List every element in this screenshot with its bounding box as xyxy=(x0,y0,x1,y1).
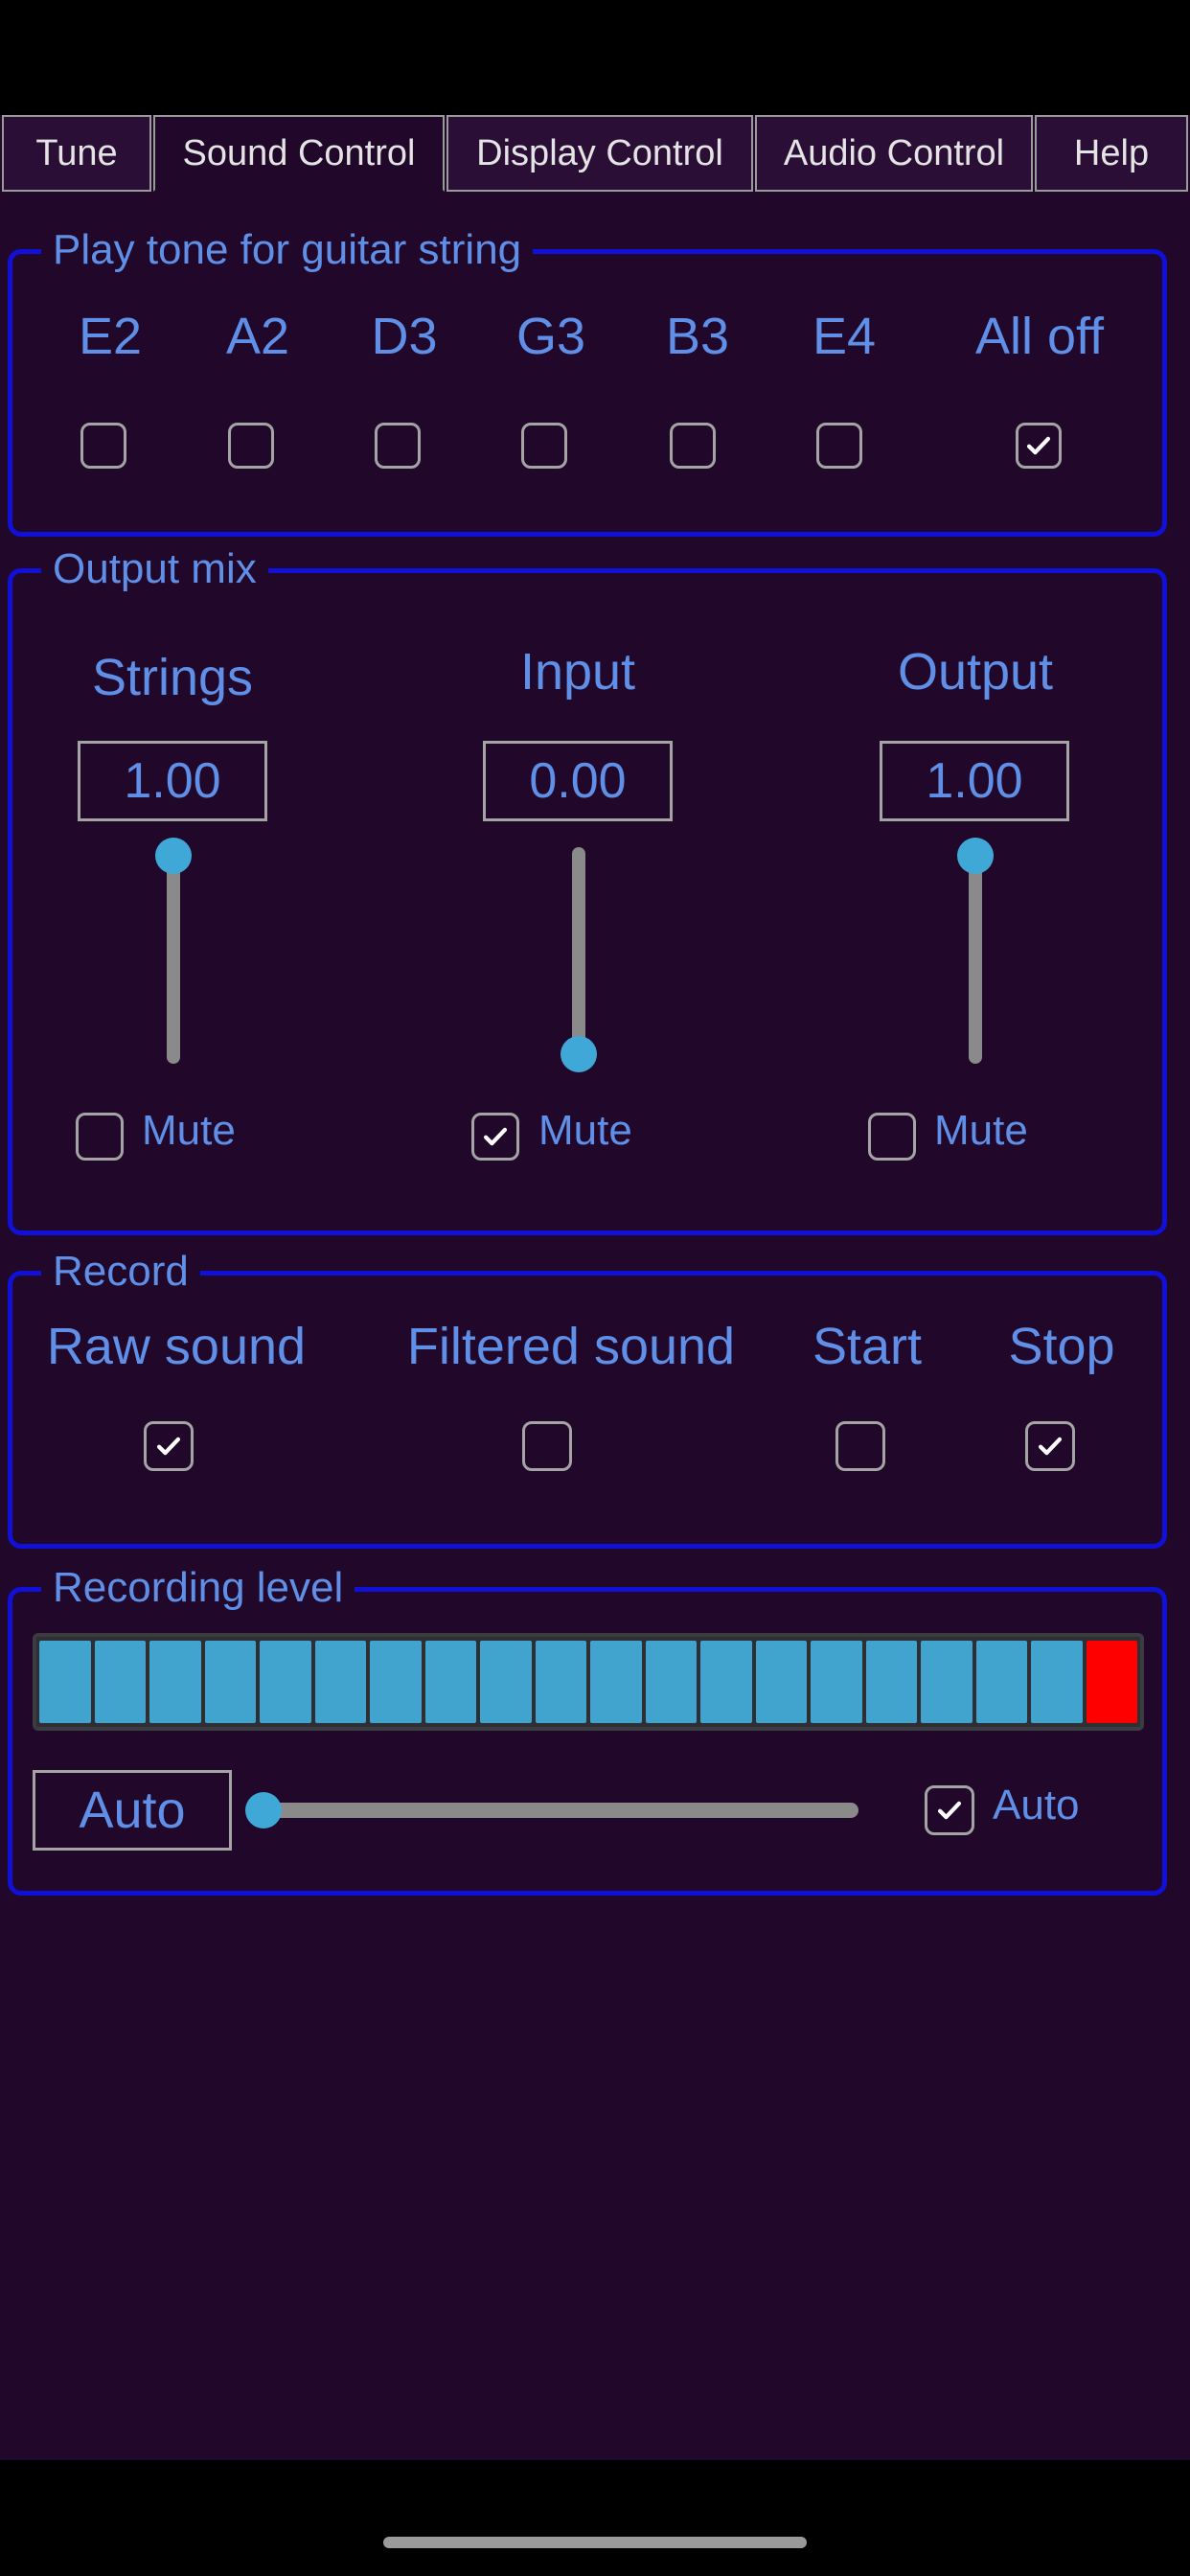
string-checkbox-all-off[interactable] xyxy=(1016,423,1062,469)
meter-segment xyxy=(480,1641,532,1723)
start-checkbox[interactable] xyxy=(835,1421,885,1471)
filtered-sound-label: Filtered sound xyxy=(406,1318,736,1375)
checkmark-icon xyxy=(1026,436,1051,455)
input-slider-knob[interactable] xyxy=(561,1036,597,1072)
recording-level-value-field[interactable]: Auto xyxy=(33,1770,232,1851)
tab-sound-control[interactable]: Sound Control xyxy=(153,115,445,192)
tab-display-control[interactable]: Display Control xyxy=(446,115,753,192)
string-checkbox-e2[interactable] xyxy=(80,423,126,469)
meter-segment xyxy=(204,1641,256,1723)
meter-segment xyxy=(370,1641,422,1723)
output-label: Output xyxy=(897,643,1054,701)
meter-segment xyxy=(755,1641,807,1723)
string-checkbox-b3[interactable] xyxy=(670,423,716,469)
checkmark-icon xyxy=(937,1801,962,1820)
home-indicator[interactable] xyxy=(383,2537,807,2548)
auto-label: Auto xyxy=(993,1782,1080,1828)
recording-level-meter xyxy=(33,1633,1144,1731)
input-label: Input xyxy=(519,643,636,701)
string-checkbox-a2[interactable] xyxy=(228,423,274,469)
play-tone-legend: Play tone for guitar string xyxy=(41,223,534,277)
meter-segment xyxy=(260,1641,311,1723)
meter-segment xyxy=(39,1641,91,1723)
input-value-field[interactable]: 0.00 xyxy=(483,741,673,821)
checkmark-icon xyxy=(483,1127,508,1146)
strings-mute-checkbox[interactable] xyxy=(76,1113,124,1161)
tab-bar: Tune Sound Control Display Control Audio… xyxy=(0,115,1190,192)
string-label-all-off: All off xyxy=(974,308,1105,365)
strings-slider-knob[interactable] xyxy=(155,838,192,874)
meter-segment xyxy=(700,1641,752,1723)
meter-segment xyxy=(94,1641,146,1723)
screen: Tune Sound Control Display Control Audio… xyxy=(0,0,1190,2576)
raw-sound-label: Raw sound xyxy=(46,1318,307,1375)
bottom-bar xyxy=(0,2460,1190,2576)
input-mute-label: Mute xyxy=(538,1107,632,1154)
string-label-a2: A2 xyxy=(225,308,290,365)
string-label-b3: B3 xyxy=(665,308,730,365)
meter-segment xyxy=(314,1641,366,1723)
meter-segment xyxy=(535,1641,586,1723)
string-checkbox-d3[interactable] xyxy=(375,423,421,469)
stop-label: Stop xyxy=(1008,1318,1115,1375)
auto-checkbox[interactable] xyxy=(925,1785,974,1835)
meter-segment xyxy=(149,1641,201,1723)
tab-audio-control[interactable]: Audio Control xyxy=(755,115,1033,192)
meter-segment xyxy=(921,1641,973,1723)
meter-segment xyxy=(645,1641,697,1723)
meter-segment xyxy=(865,1641,917,1723)
input-slider-track[interactable] xyxy=(572,847,585,1060)
strings-value-field[interactable]: 1.00 xyxy=(78,741,267,821)
output-value-field[interactable]: 1.00 xyxy=(880,741,1069,821)
string-label-e4: E4 xyxy=(812,308,877,365)
string-label-e2: E2 xyxy=(78,308,143,365)
recording-level-legend: Recording level xyxy=(41,1561,355,1615)
meter-segment xyxy=(1031,1641,1083,1723)
meter-segment xyxy=(424,1641,476,1723)
play-tone-group: Play tone for guitar string xyxy=(8,223,1167,537)
stop-checkbox[interactable] xyxy=(1025,1421,1075,1471)
recording-level-slider-track[interactable] xyxy=(264,1803,858,1818)
output-slider-knob[interactable] xyxy=(957,838,994,874)
output-mute-checkbox[interactable] xyxy=(868,1113,916,1161)
strings-label: Strings xyxy=(91,649,254,706)
meter-segment xyxy=(590,1641,642,1723)
output-mix-legend: Output mix xyxy=(41,542,268,596)
string-label-g3: G3 xyxy=(515,308,586,365)
tab-tune[interactable]: Tune xyxy=(2,115,151,192)
checkmark-icon xyxy=(1038,1437,1063,1456)
tab-help[interactable]: Help xyxy=(1035,115,1188,192)
record-group: Record xyxy=(8,1245,1167,1549)
record-legend: Record xyxy=(41,1245,200,1299)
string-checkbox-e4[interactable] xyxy=(816,423,862,469)
input-mute-checkbox[interactable] xyxy=(471,1113,519,1161)
string-label-d3: D3 xyxy=(371,308,438,365)
recording-level-slider-knob[interactable] xyxy=(245,1792,282,1828)
raw-sound-checkbox[interactable] xyxy=(144,1421,194,1471)
output-slider-track[interactable] xyxy=(969,851,982,1064)
meter-segment xyxy=(811,1641,862,1723)
string-checkbox-g3[interactable] xyxy=(521,423,567,469)
meter-segment-peak xyxy=(1086,1641,1137,1723)
start-label: Start xyxy=(812,1318,923,1375)
strings-mute-label: Mute xyxy=(142,1107,236,1154)
checkmark-icon xyxy=(156,1437,181,1456)
strings-slider-track[interactable] xyxy=(167,851,180,1064)
output-mute-label: Mute xyxy=(934,1107,1028,1154)
filtered-sound-checkbox[interactable] xyxy=(522,1421,572,1471)
meter-segment xyxy=(975,1641,1027,1723)
